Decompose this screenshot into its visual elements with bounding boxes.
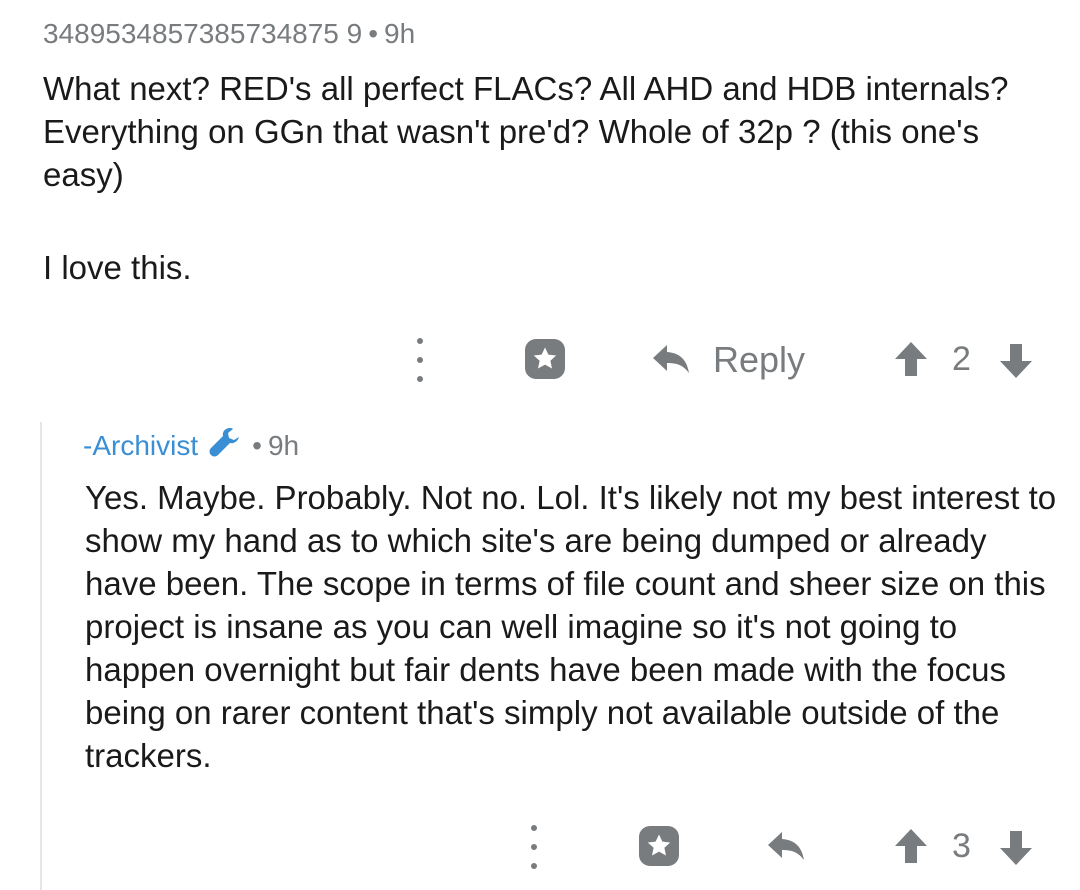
upvote-arrow-icon[interactable]: [893, 827, 929, 865]
comment-body: What next? RED's all perfect FLACs? All …: [43, 67, 1063, 289]
vertical-dots-icon[interactable]: [524, 825, 544, 869]
award-icon[interactable]: [636, 823, 682, 869]
meta-separator: •: [368, 18, 379, 49]
comment-age: 9h: [384, 18, 416, 49]
comment-body: Yes. Maybe. Probably. Not no. Lol. It's …: [85, 476, 1065, 777]
vote-score: 2: [952, 340, 971, 378]
comment-meta: -Archivist • 9h: [83, 426, 299, 465]
reply-arrow-icon[interactable]: [766, 827, 806, 867]
award-icon[interactable]: [522, 336, 568, 382]
wrench-icon: [208, 426, 244, 465]
downvote-arrow-icon[interactable]: [998, 829, 1034, 867]
reply-arrow-icon[interactable]: [651, 340, 691, 380]
comment-author-link[interactable]: -Archivist: [83, 430, 198, 462]
comment-age: 9h: [267, 429, 300, 461]
vote-score: 3: [952, 827, 971, 865]
comment-paragraph: Yes. Maybe. Probably. Not no. Lol. It's …: [85, 479, 1057, 774]
vertical-dots-icon[interactable]: [410, 338, 430, 382]
comment-actions: 3: [0, 817, 1080, 877]
comment-paragraph: What next? RED's all perfect FLACs? All …: [43, 70, 1009, 193]
upvote-arrow-icon[interactable]: [893, 340, 929, 378]
comment-username[interactable]: 3489534857385734875 9: [43, 18, 362, 49]
meta-separator: •: [252, 429, 262, 461]
comment-meta: 3489534857385734875 9 • 9h: [43, 18, 415, 50]
comment-paragraph: I love this.: [43, 249, 192, 286]
reply-button[interactable]: Reply: [713, 339, 805, 381]
downvote-arrow-icon[interactable]: [998, 342, 1034, 380]
comment-actions: Reply 2: [0, 330, 1080, 390]
